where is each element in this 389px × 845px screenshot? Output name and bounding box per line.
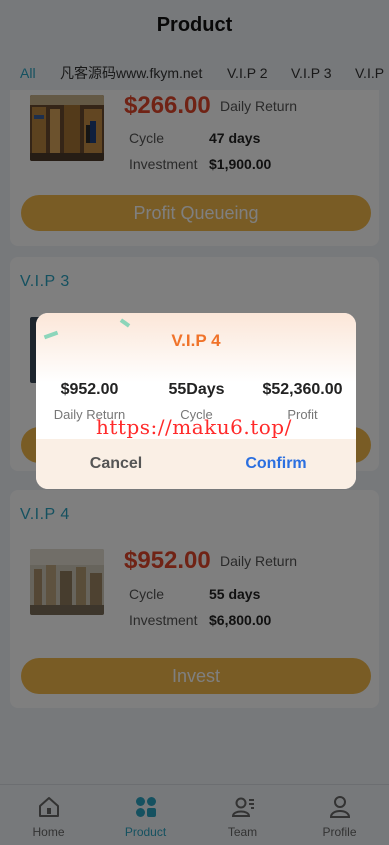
watermark-url: https://maku6.top/ — [96, 415, 292, 439]
dialog-profit-value: $52,360.00 — [262, 381, 343, 398]
dialog-cycle-value: 55Days — [168, 381, 225, 398]
dialog-title: V.I.P 4 — [171, 331, 221, 350]
cancel-button[interactable]: Cancel — [36, 439, 196, 489]
confirm-dialog: V.I.P 4 $952.00 Daily Return 55Days Cycl… — [36, 313, 356, 489]
confirm-button[interactable]: Confirm — [196, 439, 356, 489]
dialog-daily-return-value: $952.00 — [60, 381, 119, 398]
product-page: Product All 凡客源码www.fkym.net V.I.P 2 V.I… — [0, 0, 389, 845]
